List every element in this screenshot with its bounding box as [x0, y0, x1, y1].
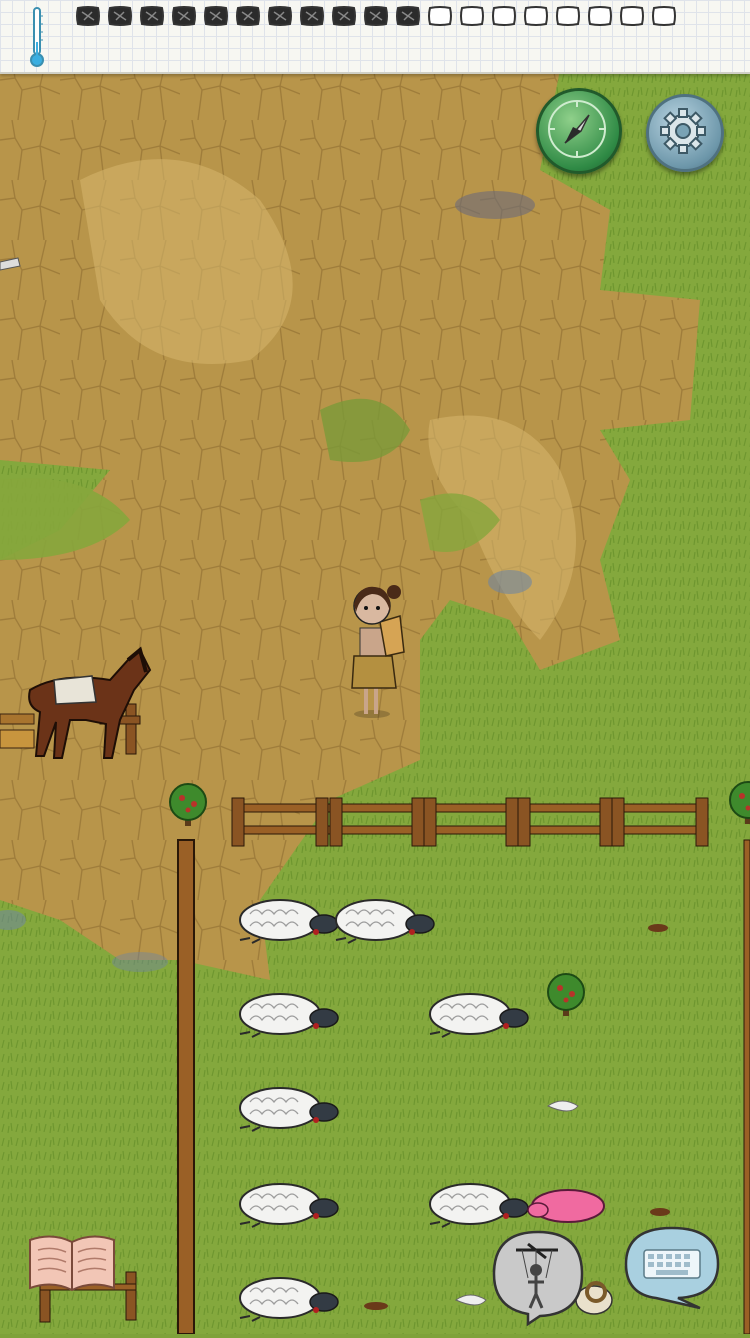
game-world[interactable]	[0, 0, 750, 1335]
emote-button[interactable]	[488, 1228, 588, 1327]
food-pip-filled	[396, 6, 420, 26]
food-pip-filled	[364, 6, 388, 26]
game-scene[interactable]	[0, 0, 750, 1335]
food-pip-filled	[204, 6, 228, 26]
food-pip-filled	[332, 6, 356, 26]
food-pip-filled	[268, 6, 292, 26]
gear-icon	[660, 108, 706, 154]
recipe-book-button[interactable]	[24, 1232, 120, 1296]
food-pip-empty	[652, 6, 676, 26]
food-pip-filled	[300, 6, 324, 26]
food-pip-empty	[428, 6, 452, 26]
food-meter	[74, 4, 678, 32]
food-pip-empty	[492, 6, 516, 26]
open-book-icon	[29, 1235, 115, 1292]
compass-button[interactable]	[536, 88, 622, 174]
status-bar	[0, 0, 750, 74]
food-pip-filled	[140, 6, 164, 26]
puppet-icon	[492, 1230, 584, 1327]
keyboard-icon	[624, 1226, 720, 1310]
food-pip-empty	[524, 6, 548, 26]
food-pip-empty	[556, 6, 580, 26]
food-pip-filled	[108, 6, 132, 26]
food-pip-filled	[172, 6, 196, 26]
food-pip-empty	[460, 6, 484, 26]
chat-button[interactable]	[622, 1224, 722, 1310]
food-pip-empty	[620, 6, 644, 26]
thermometer-icon	[30, 7, 44, 67]
compass-icon	[548, 100, 606, 158]
food-pip-filled	[236, 6, 260, 26]
settings-button[interactable]	[646, 94, 724, 172]
food-pip-filled	[76, 6, 100, 26]
food-pip-empty	[588, 6, 612, 26]
